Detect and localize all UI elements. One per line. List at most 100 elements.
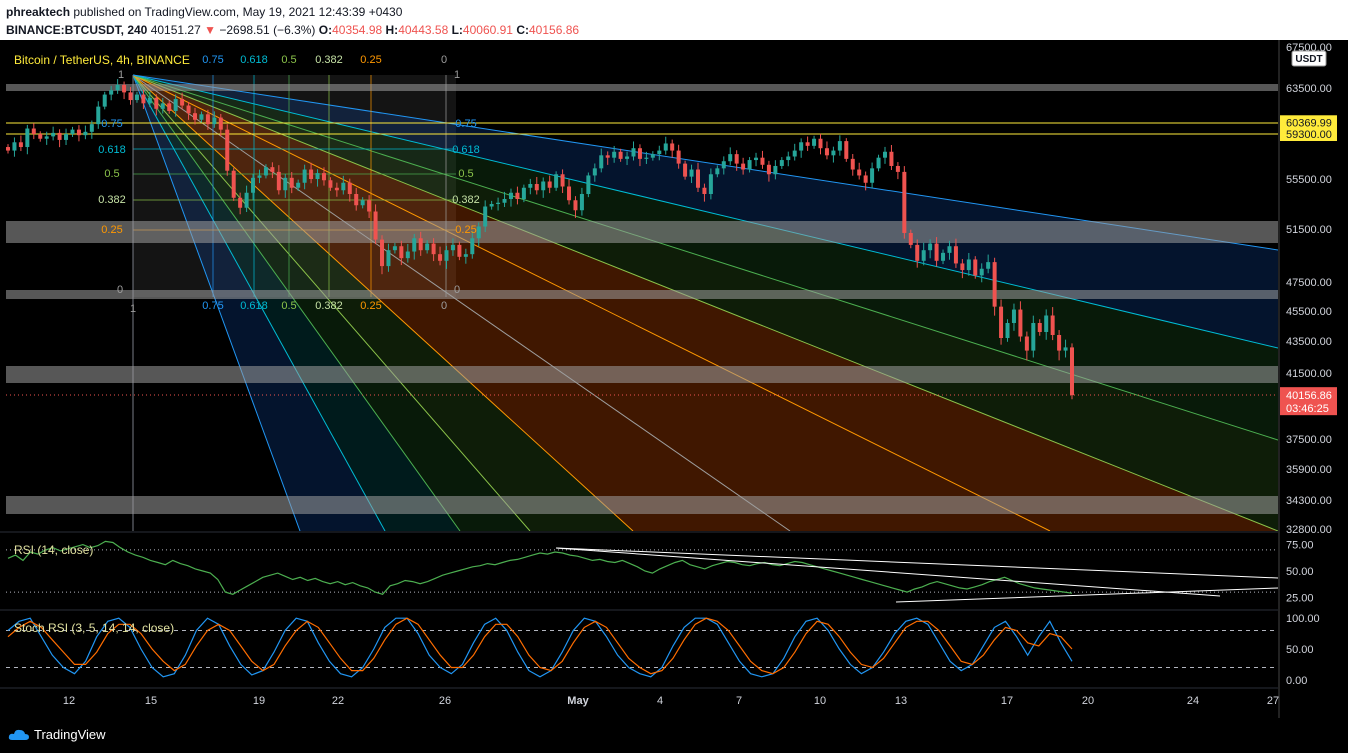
candle-body bbox=[109, 90, 114, 95]
open-value: 40354.98 bbox=[332, 23, 383, 37]
gann-left-label: 0.382 bbox=[98, 194, 126, 206]
candle-body bbox=[328, 180, 333, 188]
candle-body bbox=[554, 174, 559, 188]
candle-body bbox=[876, 157, 881, 169]
candle-body bbox=[238, 197, 243, 208]
zone-47500 bbox=[6, 290, 1278, 299]
candle-body bbox=[947, 246, 952, 253]
change-value: −2698.51 (−6.3%) bbox=[219, 23, 316, 37]
low-label: L: bbox=[451, 23, 463, 37]
cloud-icon bbox=[8, 729, 30, 740]
candle-body bbox=[1070, 347, 1074, 396]
open-label: O: bbox=[318, 23, 333, 37]
gann-bottom-label: 0.5 bbox=[281, 300, 296, 312]
rsi-pane[interactable] bbox=[0, 531, 1279, 603]
candle-body bbox=[631, 148, 636, 157]
candle-body bbox=[315, 173, 320, 179]
stoch-rsi-pane[interactable] bbox=[0, 609, 1278, 689]
candle-body bbox=[418, 238, 423, 251]
candle-body bbox=[263, 167, 268, 176]
y-tick-label: 47500.00 bbox=[1286, 277, 1332, 289]
x-tick-label: 24 bbox=[1187, 695, 1199, 707]
candle-body bbox=[1024, 336, 1029, 351]
author-name[interactable]: phreaktech bbox=[6, 5, 70, 19]
candle-body bbox=[941, 252, 946, 261]
gann-top-label: 0.382 bbox=[315, 54, 343, 66]
symbol-label: BINANCE:BTCUSDT, 240 bbox=[6, 23, 148, 37]
candle-body bbox=[605, 155, 610, 158]
gann-fan[interactable] bbox=[132, 74, 1278, 531]
publish-header: phreaktech published on TradingView.com,… bbox=[0, 0, 1348, 40]
gann-bottom-label: 0 bbox=[441, 300, 447, 312]
candle-body bbox=[747, 160, 752, 170]
candle-body bbox=[779, 160, 784, 166]
rsi-trendline bbox=[555, 547, 1279, 579]
x-tick-label: 7 bbox=[736, 695, 742, 707]
candle-body bbox=[921, 250, 926, 261]
candle-body bbox=[934, 243, 939, 261]
x-tick-label: 12 bbox=[63, 695, 75, 707]
candle-body bbox=[399, 246, 404, 259]
candle-body bbox=[450, 244, 455, 251]
candle-body bbox=[773, 165, 778, 175]
publisher-line: phreaktech published on TradingView.com,… bbox=[6, 5, 402, 19]
zone-51500 bbox=[6, 221, 1278, 243]
candle-body bbox=[567, 186, 572, 201]
candle-body bbox=[863, 175, 868, 183]
chart-area[interactable]: 0.75 0.618 0.5 0.382 0.25 0.75 0.618 0.5 0.382 0.… bbox=[0, 40, 1348, 718]
tradingview-logo[interactable]: TradingView bbox=[8, 727, 106, 742]
y-tick-label: 35900.00 bbox=[1286, 464, 1332, 476]
rsi-line bbox=[7, 540, 1073, 595]
candle-body bbox=[167, 103, 172, 111]
candle-body bbox=[199, 114, 204, 120]
candle-body bbox=[1005, 323, 1010, 338]
candle-body bbox=[708, 174, 713, 194]
candle-body bbox=[592, 168, 597, 176]
x-tick-label: 19 bbox=[253, 695, 265, 707]
candle-body bbox=[973, 259, 978, 276]
candle-body bbox=[283, 177, 288, 191]
gann-marker: 1 bbox=[130, 303, 136, 315]
gann-left-label: 0.618 bbox=[98, 144, 126, 156]
candle-body bbox=[999, 306, 1004, 338]
candle-body bbox=[870, 168, 875, 183]
candle-body bbox=[579, 194, 584, 211]
y-tick-label: 55500.00 bbox=[1286, 174, 1332, 186]
candle-body bbox=[644, 157, 649, 159]
candle-body bbox=[689, 169, 694, 177]
candle-body bbox=[547, 181, 552, 188]
candle-body bbox=[89, 124, 94, 132]
gann-top-label: 0.25 bbox=[360, 54, 381, 66]
candle-body bbox=[212, 117, 217, 125]
gann-bottom-label: 0.618 bbox=[240, 300, 268, 312]
candle-body bbox=[902, 171, 907, 233]
candle-body bbox=[741, 163, 746, 170]
candle-body bbox=[141, 94, 146, 104]
candle-body bbox=[1018, 309, 1023, 337]
candle-body bbox=[715, 168, 720, 175]
published-text: published on TradingView.com, May 19, 20… bbox=[73, 5, 403, 19]
y-tick-label: 51500.00 bbox=[1286, 224, 1332, 236]
time-axis[interactable]: 12 15 19 22 26 May 4 7 10 13 17 20 24 27 bbox=[63, 695, 1279, 707]
candle-body bbox=[799, 142, 804, 151]
gann-marker: 1 bbox=[454, 69, 460, 81]
candle-body bbox=[508, 192, 513, 199]
price-axis[interactable]: 67500.0063500.0059300.0055500.0051500.00… bbox=[1278, 40, 1337, 718]
candle-body bbox=[657, 150, 662, 155]
gann-top-label: 0.75 bbox=[202, 54, 223, 66]
candle-body bbox=[51, 132, 56, 137]
candle-body bbox=[625, 156, 630, 159]
gann-right-label: 0.5 bbox=[458, 168, 473, 180]
candle-body bbox=[354, 194, 359, 206]
candle-body bbox=[1063, 347, 1068, 351]
gann-bottom-label: 0.382 bbox=[315, 300, 343, 312]
gann-left-label: 0.5 bbox=[104, 168, 119, 180]
stoch-tick: 0.00 bbox=[1286, 675, 1307, 687]
chart-svg[interactable]: 0.75 0.618 0.5 0.382 0.25 0.75 0.618 0.5 0.382 0.… bbox=[0, 40, 1348, 718]
candle-body bbox=[496, 202, 501, 204]
candle-body bbox=[1011, 309, 1016, 323]
candle-body bbox=[966, 259, 971, 271]
gann-marker: 0 bbox=[117, 284, 123, 296]
x-tick-label: 27 bbox=[1267, 695, 1279, 707]
candle-body bbox=[483, 206, 488, 227]
